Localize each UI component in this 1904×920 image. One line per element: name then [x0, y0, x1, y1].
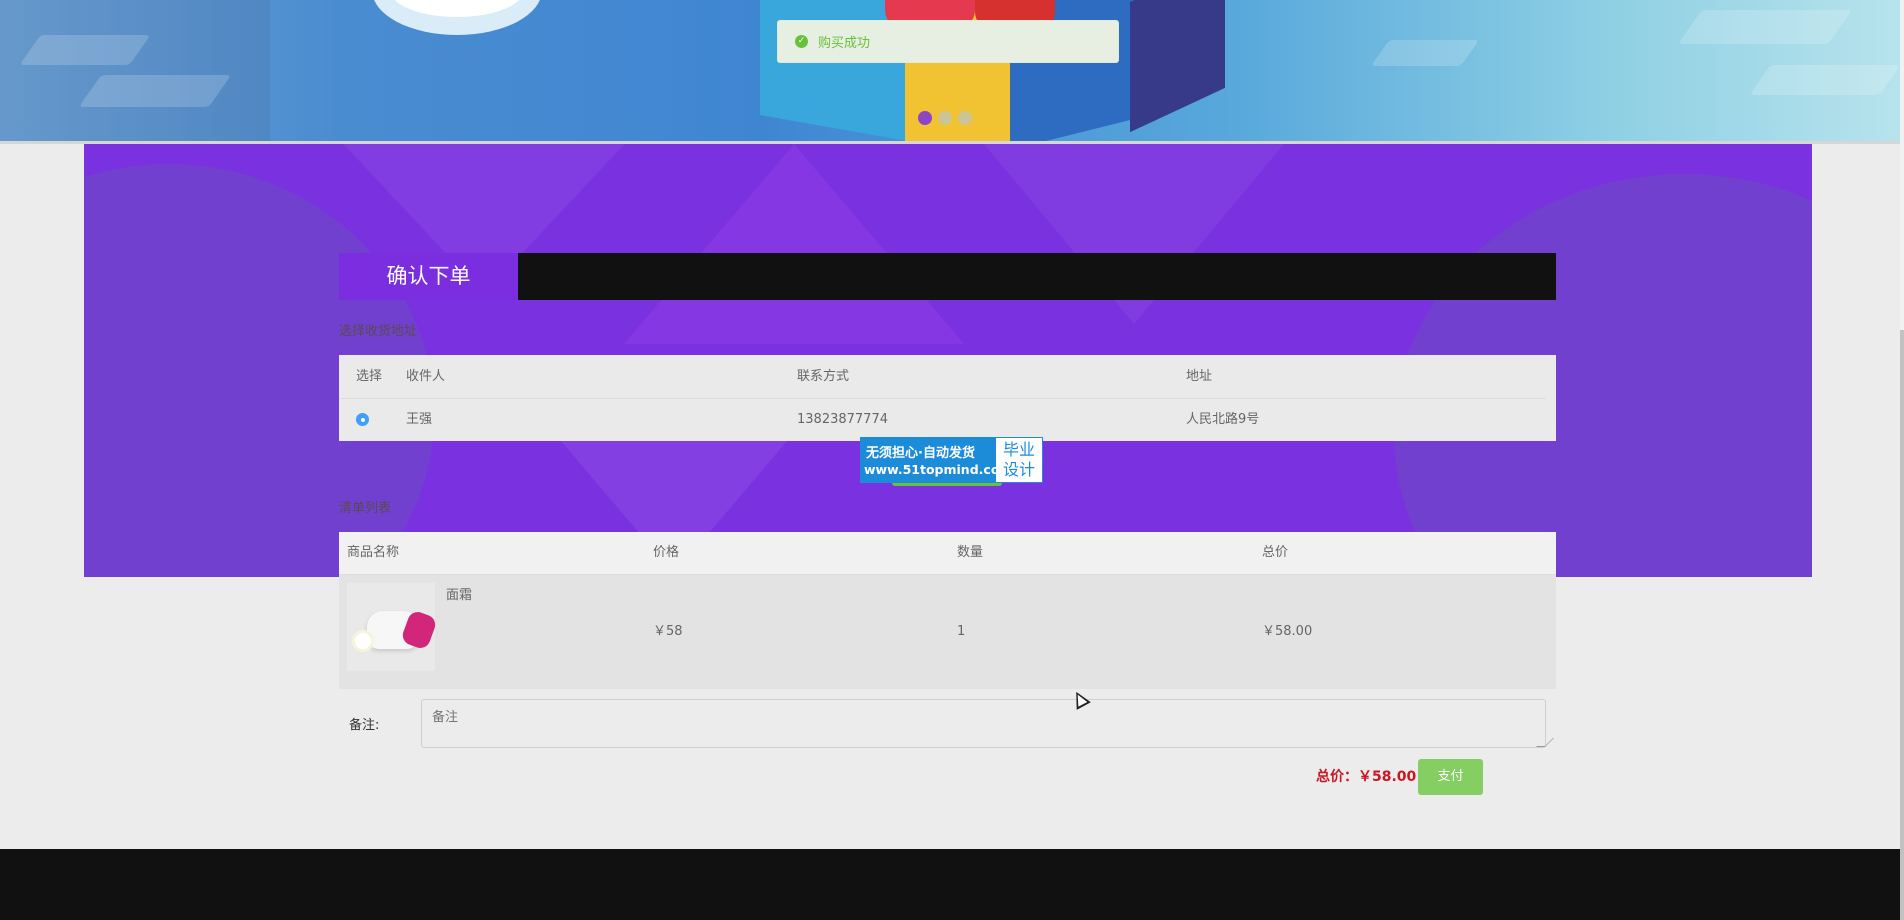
footer: [0, 849, 1900, 920]
product-image[interactable]: [347, 583, 438, 671]
recipient-name: 王强: [406, 412, 433, 427]
column-header: 数量: [957, 545, 984, 560]
items-table: 商品名称 价格 数量 总价 面霜 ￥58 1 ￥58.00: [339, 532, 1556, 689]
table-header: 商品名称 价格 数量 总价: [339, 532, 1556, 574]
carousel-dot[interactable]: [918, 111, 932, 125]
ad-badge: 毕业设计: [996, 438, 1042, 482]
address-radio[interactable]: [356, 413, 369, 426]
recipient-phone: 13823877774: [797, 412, 888, 427]
column-header: 总价: [1262, 545, 1289, 560]
banner-decoration: [1370, 40, 1480, 66]
table-row[interactable]: 王强 13823877774 人民北路9号: [339, 398, 1556, 441]
toast-message: 购买成功: [818, 36, 871, 51]
address-section-label: 选择收货地址: [339, 324, 418, 339]
carousel-indicators: [918, 111, 972, 125]
recipient-address: 人民北路9号: [1186, 412, 1260, 427]
ad-text: 无须担心·自动发货 www.51topmind.com: [861, 438, 1012, 482]
address-table: 选择 收件人 联系方式 地址 王强 13823877774 人民北路9号: [339, 355, 1556, 441]
product-quantity: 1: [957, 624, 966, 639]
total-price: 总价：￥58.00: [1316, 769, 1417, 785]
carousel-dot[interactable]: [958, 111, 972, 125]
table-row: 面霜 ￥58 1 ￥58.00: [339, 574, 1556, 689]
product-price: ￥58: [653, 624, 683, 639]
remark-label: 备注:: [349, 718, 380, 733]
table-header: 选择 收件人 联系方式 地址: [339, 355, 1546, 399]
list-section-label: 清单列表: [339, 501, 392, 516]
carousel-dot[interactable]: [938, 111, 952, 125]
remark-input[interactable]: [421, 699, 1546, 748]
column-header: 选择: [356, 369, 383, 384]
ad-line1: 无须担心·自动发货: [866, 446, 975, 461]
banner-decoration: [0, 0, 270, 141]
banner-decoration: [78, 75, 232, 107]
column-header: 价格: [653, 545, 680, 560]
product-name[interactable]: 面霜: [446, 587, 472, 605]
column-header: 地址: [1186, 369, 1213, 384]
banner-decoration: [1678, 10, 1852, 44]
column-header: 商品名称: [347, 545, 400, 560]
banner-decoration: [372, 0, 542, 35]
ad-watermark[interactable]: 无须担心·自动发货 www.51topmind.com 毕业设计: [860, 437, 1043, 483]
column-header: 收件人: [406, 369, 446, 384]
banner-decoration: [19, 35, 151, 65]
pay-button[interactable]: 支付: [1418, 759, 1483, 795]
banner-decoration: [1749, 65, 1900, 95]
success-toast: ✓ 购买成功: [777, 20, 1119, 63]
ad-line2: www.51topmind.com: [864, 462, 1013, 477]
product-total: ￥58.00: [1262, 624, 1313, 639]
check-circle-icon: ✓: [795, 35, 808, 48]
column-header: 联系方式: [797, 369, 850, 384]
title-bar: [339, 253, 1556, 300]
page-title: 确认下单: [339, 253, 518, 300]
scrollbar-thumb[interactable]: [1900, 330, 1904, 920]
